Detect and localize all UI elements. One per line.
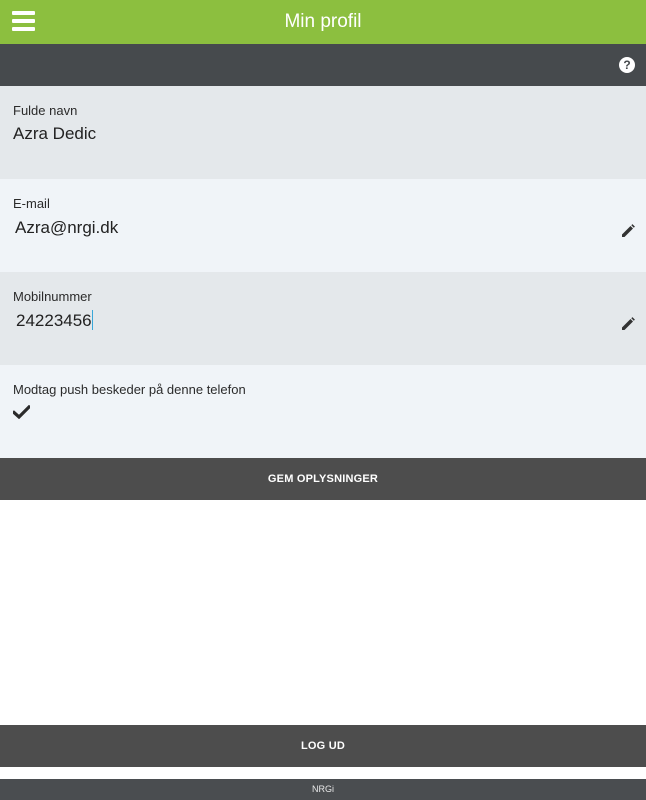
email-pencil-icon[interactable] bbox=[620, 223, 636, 239]
app-header: Min profil bbox=[0, 0, 646, 44]
mobile-pencil-icon[interactable] bbox=[620, 316, 636, 332]
mobile-label: Mobilnummer bbox=[13, 289, 92, 304]
mobile-value: 24223456 bbox=[16, 311, 92, 330]
name-value: Azra Dedic bbox=[13, 124, 97, 143]
page-title: Min profil bbox=[284, 11, 362, 32]
email-field: E-mail bbox=[0, 179, 646, 272]
mobile-input[interactable]: 24223456 bbox=[16, 310, 93, 331]
save-button[interactable]: GEM OPLYSNINGER bbox=[0, 458, 646, 500]
profile-page: Min profil ? Fulde navn Azra Dedic E-mai… bbox=[0, 0, 646, 800]
text-cursor bbox=[91, 310, 93, 330]
footer-brand: NRGi bbox=[0, 779, 646, 800]
name-field: Fulde navn Azra Dedic bbox=[0, 86, 646, 179]
help-circle-icon[interactable]: ? bbox=[619, 57, 635, 73]
push-field: Modtag push beskeder på denne telefon bbox=[0, 365, 646, 458]
name-label: Fulde navn bbox=[13, 103, 78, 118]
mobile-field: Mobilnummer 24223456 bbox=[0, 272, 646, 365]
logout-button[interactable]: LOG UD bbox=[0, 725, 646, 767]
toolbar: ? bbox=[0, 44, 646, 86]
checkmark-icon[interactable] bbox=[13, 405, 30, 419]
push-label: Modtag push beskeder på denne telefon bbox=[13, 382, 246, 397]
email-label: E-mail bbox=[13, 196, 50, 211]
email-input[interactable] bbox=[11, 215, 595, 241]
